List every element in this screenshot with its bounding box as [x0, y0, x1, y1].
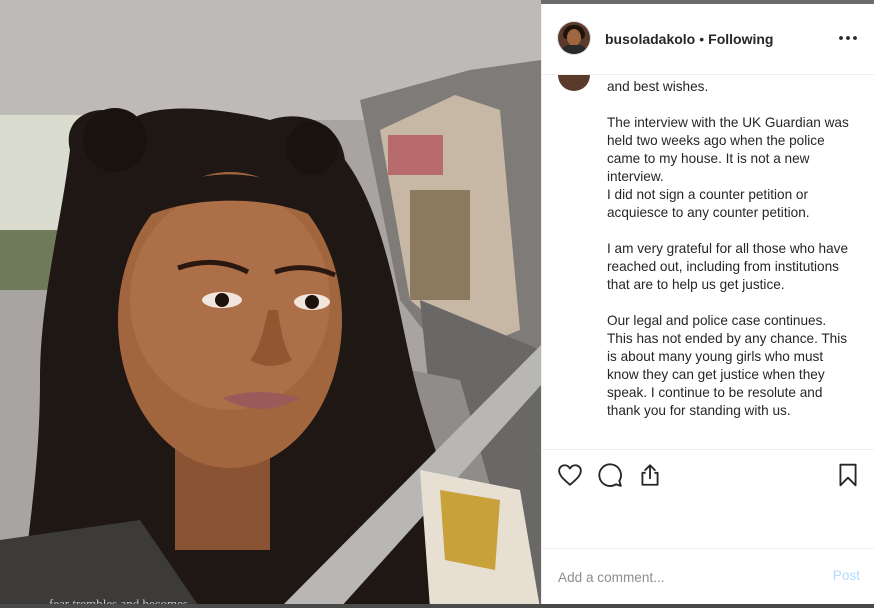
bottom-strip	[0, 604, 874, 608]
caption-paragraph: I am very grateful for all those who hav…	[607, 241, 849, 292]
username-line: busoladakolo • Following	[605, 31, 773, 47]
selfie-image	[0, 0, 541, 608]
following-button[interactable]: Following	[708, 31, 773, 47]
more-horizontal-icon[interactable]	[836, 26, 860, 50]
caption-avatar[interactable]	[558, 75, 590, 91]
bookmark-icon[interactable]	[835, 462, 861, 488]
post-header: busoladakolo • Following	[542, 4, 874, 75]
share-icon[interactable]	[637, 462, 663, 488]
post-photo[interactable]: fear trembles and becomes	[0, 0, 541, 608]
comment-form: Post	[542, 548, 874, 604]
comment-input[interactable]	[556, 565, 810, 589]
post-side-panel: busoladakolo • Following and best wishes. …	[541, 4, 874, 604]
caption-text: and best wishes. The interview with the …	[607, 78, 852, 438]
caption-paragraph: and best wishes.	[607, 79, 709, 94]
comment-bubble-icon[interactable]	[597, 462, 623, 488]
caption-scroll-area[interactable]: and best wishes. The interview with the …	[542, 75, 874, 449]
caption-paragraph: Our legal and police case continues. Thi…	[607, 313, 848, 418]
username-link[interactable]: busoladakolo	[605, 31, 695, 47]
caption-paragraph: The interview with the UK Guardian was h…	[607, 115, 849, 220]
post-button[interactable]: Post	[833, 568, 860, 583]
action-bar	[542, 449, 874, 505]
heart-icon[interactable]	[557, 462, 583, 488]
separator-dot: •	[699, 31, 705, 47]
avatar[interactable]	[558, 22, 590, 54]
